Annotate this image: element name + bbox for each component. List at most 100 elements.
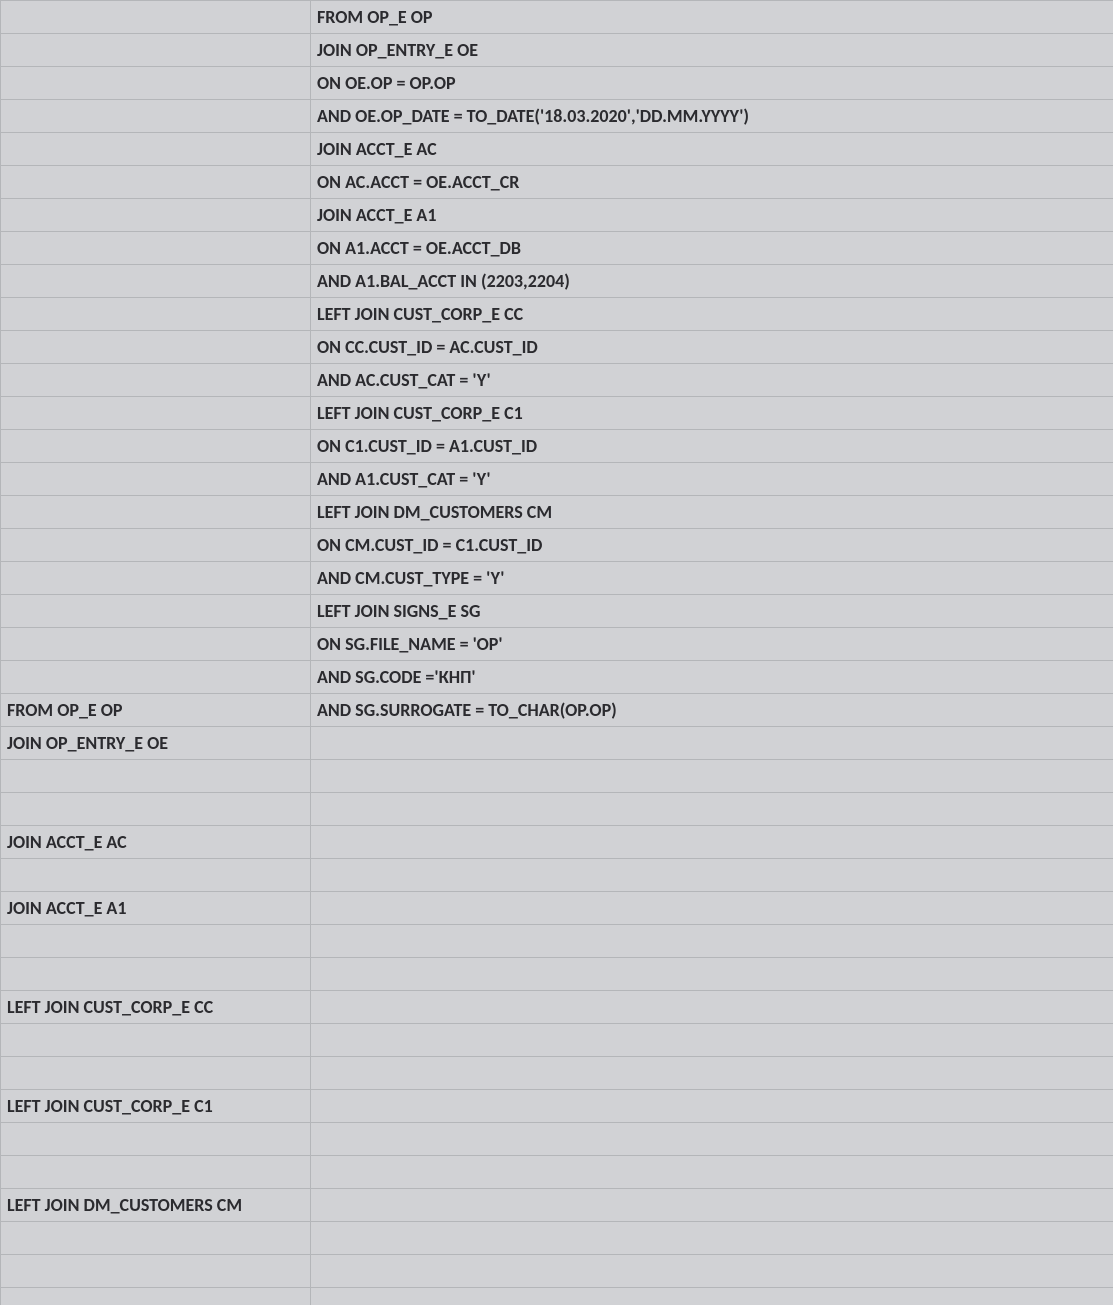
cell-col-b[interactable]: LEFT JOIN SIGNS_E SG bbox=[311, 595, 1113, 628]
cell-col-b[interactable] bbox=[311, 1222, 1113, 1255]
grid-row: JOIN ACCT_E A1 bbox=[1, 892, 1113, 925]
cell-col-b[interactable] bbox=[311, 760, 1113, 793]
cell-col-b[interactable] bbox=[311, 727, 1113, 760]
cell-col-b[interactable]: ON CM.CUST_ID = C1.CUST_ID bbox=[311, 529, 1113, 562]
cell-col-a[interactable] bbox=[1, 1024, 311, 1057]
grid-row: LEFT JOIN DM_CUSTOMERS CM bbox=[1, 496, 1113, 529]
cell-col-b[interactable] bbox=[311, 1090, 1113, 1123]
grid-row: AND A1.BAL_ACCT IN (2203,2204) bbox=[1, 265, 1113, 298]
cell-col-a[interactable] bbox=[1, 199, 311, 232]
cell-col-b[interactable]: ON CC.CUST_ID = AC.CUST_ID bbox=[311, 331, 1113, 364]
cell-col-a[interactable] bbox=[1, 1288, 311, 1305]
cell-col-b[interactable] bbox=[311, 958, 1113, 991]
cell-col-b[interactable]: AND SG.SURROGATE = TO_CHAR(OP.OP) bbox=[311, 694, 1113, 727]
cell-col-a[interactable] bbox=[1, 562, 311, 595]
cell-col-a[interactable] bbox=[1, 397, 311, 430]
cell-col-a[interactable] bbox=[1, 166, 311, 199]
cell-col-b[interactable] bbox=[311, 1123, 1113, 1156]
cell-col-a[interactable] bbox=[1, 232, 311, 265]
grid-row bbox=[1, 760, 1113, 793]
cell-col-a[interactable] bbox=[1, 1255, 311, 1288]
cell-col-b[interactable]: JOIN ACCT_E A1 bbox=[311, 199, 1113, 232]
cell-col-b[interactable]: ON OE.OP = OP.OP bbox=[311, 67, 1113, 100]
cell-col-b[interactable] bbox=[311, 859, 1113, 892]
cell-col-a[interactable] bbox=[1, 661, 311, 694]
grid-row bbox=[1, 1123, 1113, 1156]
grid-row bbox=[1, 1255, 1113, 1288]
cell-col-b[interactable]: LEFT JOIN CUST_CORP_E CC bbox=[311, 298, 1113, 331]
cell-col-b[interactable]: FROM OP_E OP bbox=[311, 1, 1113, 34]
cell-col-b[interactable] bbox=[311, 1057, 1113, 1090]
grid-row: AND SG.CODE ='КНП' bbox=[1, 661, 1113, 694]
cell-col-b[interactable] bbox=[311, 1288, 1113, 1305]
cell-col-b[interactable] bbox=[311, 1255, 1113, 1288]
grid-row bbox=[1, 1057, 1113, 1090]
cell-col-a[interactable] bbox=[1, 364, 311, 397]
cell-col-b[interactable]: LEFT JOIN DM_CUSTOMERS CM bbox=[311, 496, 1113, 529]
cell-col-b[interactable]: AND AC.CUST_CAT = 'Y' bbox=[311, 364, 1113, 397]
cell-col-a[interactable] bbox=[1, 331, 311, 364]
cell-col-a[interactable] bbox=[1, 1, 311, 34]
grid-row bbox=[1, 925, 1113, 958]
grid-row: AND AC.CUST_CAT = 'Y' bbox=[1, 364, 1113, 397]
cell-col-b[interactable] bbox=[311, 925, 1113, 958]
cell-col-a[interactable]: JOIN ACCT_E A1 bbox=[1, 892, 311, 925]
cell-col-a[interactable] bbox=[1, 1222, 311, 1255]
cell-col-a[interactable] bbox=[1, 793, 311, 826]
cell-col-a[interactable]: LEFT JOIN CUST_CORP_E C1 bbox=[1, 1090, 311, 1123]
grid-row bbox=[1, 1222, 1113, 1255]
cell-col-b[interactable] bbox=[311, 1189, 1113, 1222]
cell-col-b[interactable]: AND OE.OP_DATE = TO_DATE('18.03.2020','D… bbox=[311, 100, 1113, 133]
cell-col-a[interactable] bbox=[1, 958, 311, 991]
grid-row: ON CC.CUST_ID = AC.CUST_ID bbox=[1, 331, 1113, 364]
cell-col-b[interactable] bbox=[311, 793, 1113, 826]
cell-col-a[interactable]: JOIN OP_ENTRY_E OE bbox=[1, 727, 311, 760]
cell-col-a[interactable] bbox=[1, 463, 311, 496]
cell-col-a[interactable] bbox=[1, 496, 311, 529]
cell-col-a[interactable]: JOIN ACCT_E AC bbox=[1, 826, 311, 859]
cell-col-b[interactable] bbox=[311, 1024, 1113, 1057]
cell-col-a[interactable] bbox=[1, 628, 311, 661]
cell-col-a[interactable] bbox=[1, 34, 311, 67]
cell-col-a[interactable] bbox=[1, 67, 311, 100]
cell-col-b[interactable]: ON A1.ACCT = OE.ACCT_DB bbox=[311, 232, 1113, 265]
grid-row: LEFT JOIN CUST_CORP_E CC bbox=[1, 298, 1113, 331]
cell-col-a[interactable] bbox=[1, 595, 311, 628]
cell-col-a[interactable] bbox=[1, 265, 311, 298]
cell-col-a[interactable] bbox=[1, 430, 311, 463]
cell-col-b[interactable]: AND CM.CUST_TYPE = 'Y' bbox=[311, 562, 1113, 595]
cell-col-a[interactable] bbox=[1, 133, 311, 166]
cell-col-a[interactable] bbox=[1, 529, 311, 562]
cell-col-b[interactable] bbox=[311, 1156, 1113, 1189]
spreadsheet-grid[interactable]: FROM OP_E OPJOIN OP_ENTRY_E OE ON OE.OP … bbox=[0, 0, 1113, 1305]
cell-col-a[interactable] bbox=[1, 100, 311, 133]
grid-row: ON A1.ACCT = OE.ACCT_DB bbox=[1, 232, 1113, 265]
cell-col-b[interactable]: ON AC.ACCT = OE.ACCT_CR bbox=[311, 166, 1113, 199]
cell-col-b[interactable]: AND SG.CODE ='КНП' bbox=[311, 661, 1113, 694]
cell-col-a[interactable] bbox=[1, 859, 311, 892]
cell-col-a[interactable] bbox=[1, 1156, 311, 1189]
grid-row bbox=[1, 958, 1113, 991]
cell-col-a[interactable] bbox=[1, 760, 311, 793]
cell-col-b[interactable]: ON C1.CUST_ID = A1.CUST_ID bbox=[311, 430, 1113, 463]
grid-row: LEFT JOIN SIGNS_E SG bbox=[1, 595, 1113, 628]
cell-col-a[interactable]: LEFT JOIN CUST_CORP_E CC bbox=[1, 991, 311, 1024]
cell-col-b[interactable]: AND A1.CUST_CAT = 'Y' bbox=[311, 463, 1113, 496]
cell-col-b[interactable]: JOIN OP_ENTRY_E OE bbox=[311, 34, 1113, 67]
cell-col-b[interactable]: AND A1.BAL_ACCT IN (2203,2204) bbox=[311, 265, 1113, 298]
grid-row bbox=[1, 1288, 1113, 1305]
cell-col-b[interactable]: JOIN ACCT_E AC bbox=[311, 133, 1113, 166]
cell-col-a[interactable]: LEFT JOIN DM_CUSTOMERS CM bbox=[1, 1189, 311, 1222]
cell-col-a[interactable] bbox=[1, 298, 311, 331]
cell-col-b[interactable]: ON SG.FILE_NAME = 'OP' bbox=[311, 628, 1113, 661]
cell-col-b[interactable] bbox=[311, 991, 1113, 1024]
cell-col-a[interactable] bbox=[1, 925, 311, 958]
grid-row: LEFT JOIN CUST_CORP_E C1 bbox=[1, 397, 1113, 430]
cell-col-a[interactable] bbox=[1, 1057, 311, 1090]
cell-col-a[interactable]: FROM OP_E OP bbox=[1, 694, 311, 727]
cell-col-b[interactable] bbox=[311, 892, 1113, 925]
grid-row bbox=[1, 1156, 1113, 1189]
cell-col-b[interactable]: LEFT JOIN CUST_CORP_E C1 bbox=[311, 397, 1113, 430]
cell-col-a[interactable] bbox=[1, 1123, 311, 1156]
cell-col-b[interactable] bbox=[311, 826, 1113, 859]
